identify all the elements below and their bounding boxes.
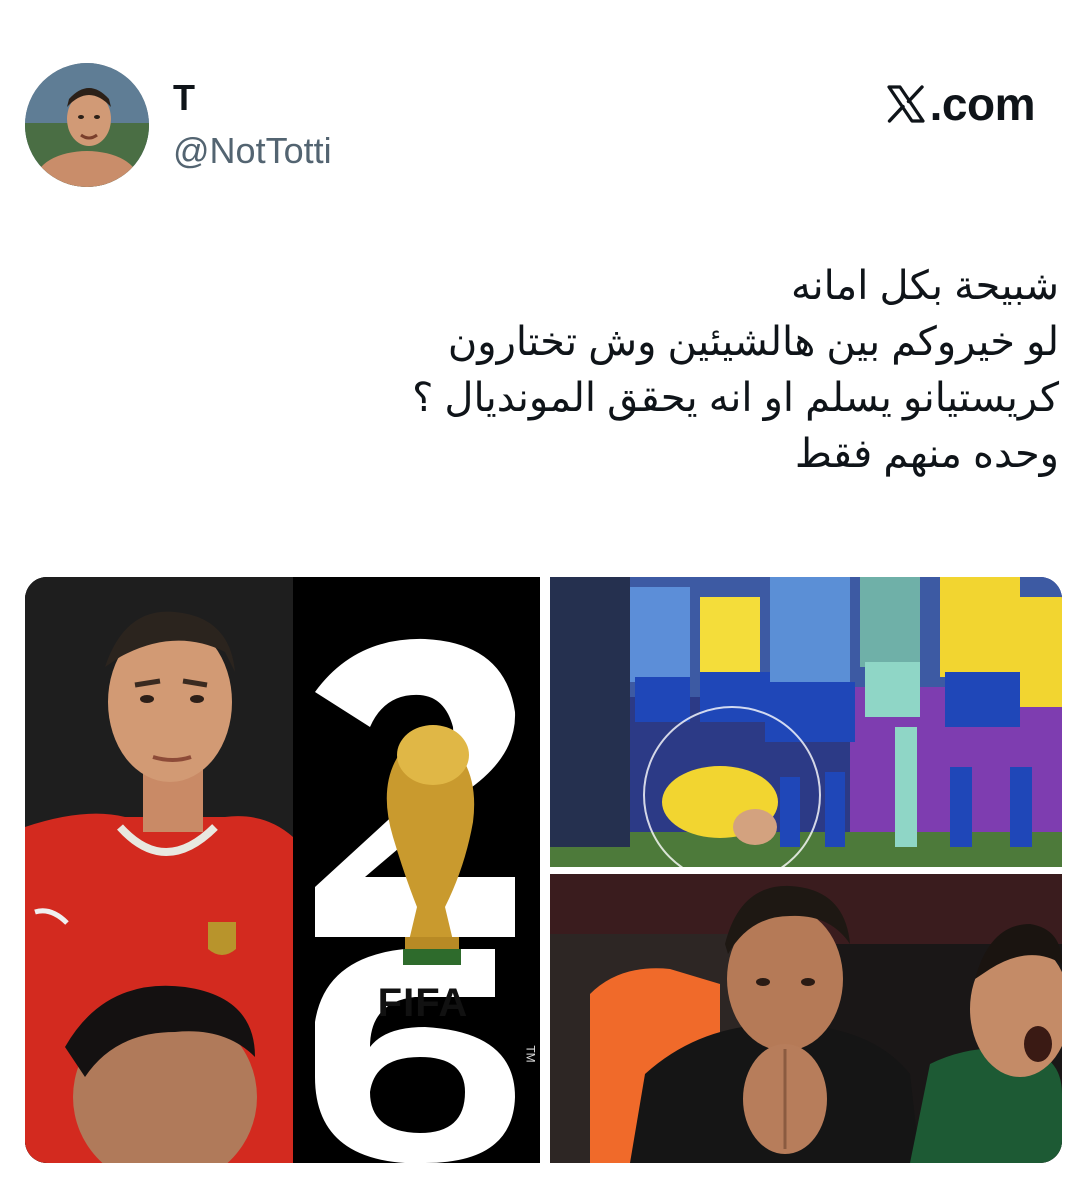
media-image-bottom-right[interactable]	[550, 874, 1062, 1163]
tweet-line: وحده منهم فقط	[794, 432, 1059, 476]
tweet-text: شبيحة بكل امانه لو خيروكم بين هالشيئين و…	[159, 258, 1059, 482]
praying-photo	[550, 874, 1062, 1163]
tweet-line: شبيحة بكل امانه	[791, 264, 1059, 308]
author-avatar[interactable]	[25, 63, 149, 187]
ronaldo-worldcup-image	[25, 577, 540, 1163]
media-image-left[interactable]: FIFA TM	[25, 577, 540, 1163]
media-image-top-right[interactable]	[550, 577, 1062, 867]
brand-domain: .com	[929, 78, 1036, 130]
brand-watermark: .com	[886, 76, 1036, 132]
tweet-line: لو خيروكم بين هالشيئين وش تختارون	[447, 320, 1059, 364]
author-handle[interactable]: @NotTotti	[173, 127, 332, 175]
fifa-wordmark: FIFA	[377, 981, 469, 1025]
author-display-name[interactable]: T	[173, 74, 195, 122]
trademark-mark: TM	[523, 1045, 538, 1063]
tweet-media-grid: FIFA TM	[25, 577, 1062, 1163]
x-logo-icon	[887, 85, 925, 123]
prostration-photo	[550, 577, 1062, 867]
tweet-line: كريستيانو يسلم او انه يحقق المونديال ؟	[412, 376, 1059, 420]
avatar-photo	[25, 63, 149, 187]
tweet-header: T @NotTotti .com	[0, 0, 1087, 200]
